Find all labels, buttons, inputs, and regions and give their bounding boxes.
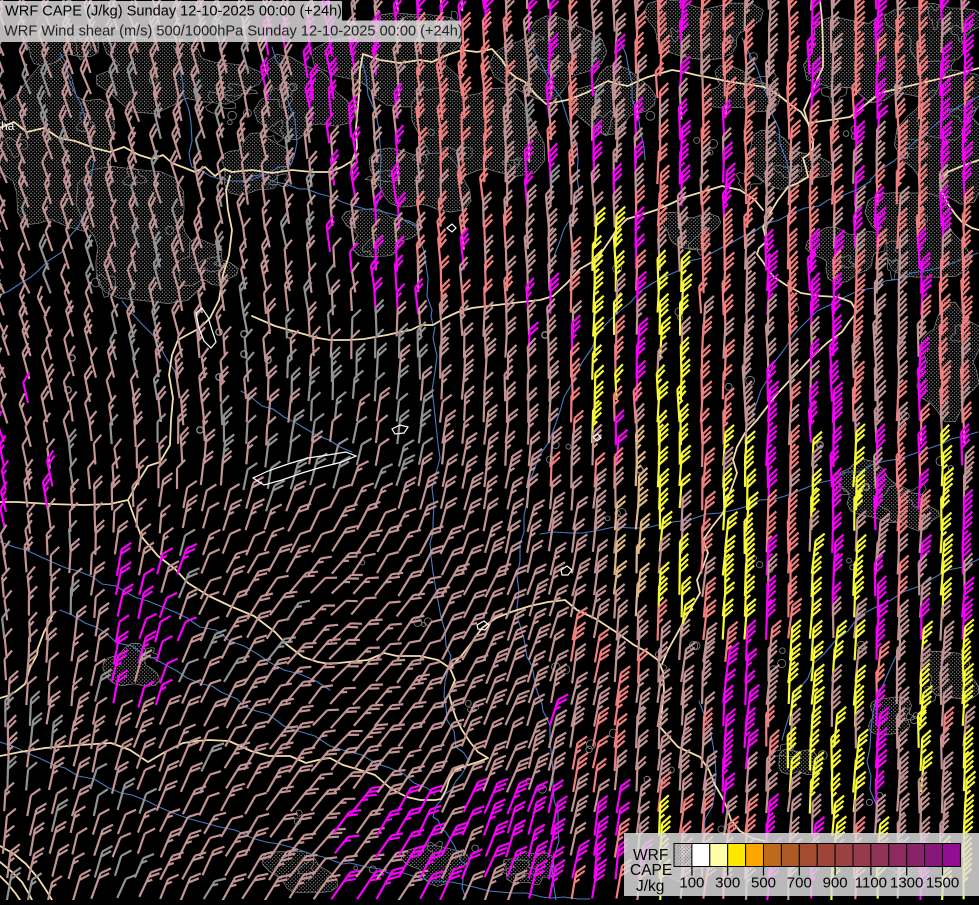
svg-text:700: 700 <box>787 875 812 892</box>
svg-text:300: 300 <box>715 875 740 892</box>
svg-text:CAPE: CAPE <box>630 862 672 879</box>
svg-text:1500: 1500 <box>926 875 959 892</box>
svg-text:WRF CAPE (J/kg) Sunday 12-10-2: WRF CAPE (J/kg) Sunday 12-10-2025 00:00 … <box>5 4 342 20</box>
svg-text:ha: ha <box>1 119 15 133</box>
svg-text:900: 900 <box>823 875 848 892</box>
svg-text:WRF Wind shear (m/s) 500/1000h: WRF Wind shear (m/s) 500/1000hPa Sunday … <box>4 24 463 40</box>
svg-text:100: 100 <box>679 875 704 892</box>
svg-text:1100: 1100 <box>855 875 887 892</box>
svg-text:J/kg: J/kg <box>636 878 664 895</box>
svg-text:500: 500 <box>751 875 776 892</box>
svg-text:1300: 1300 <box>890 875 923 892</box>
